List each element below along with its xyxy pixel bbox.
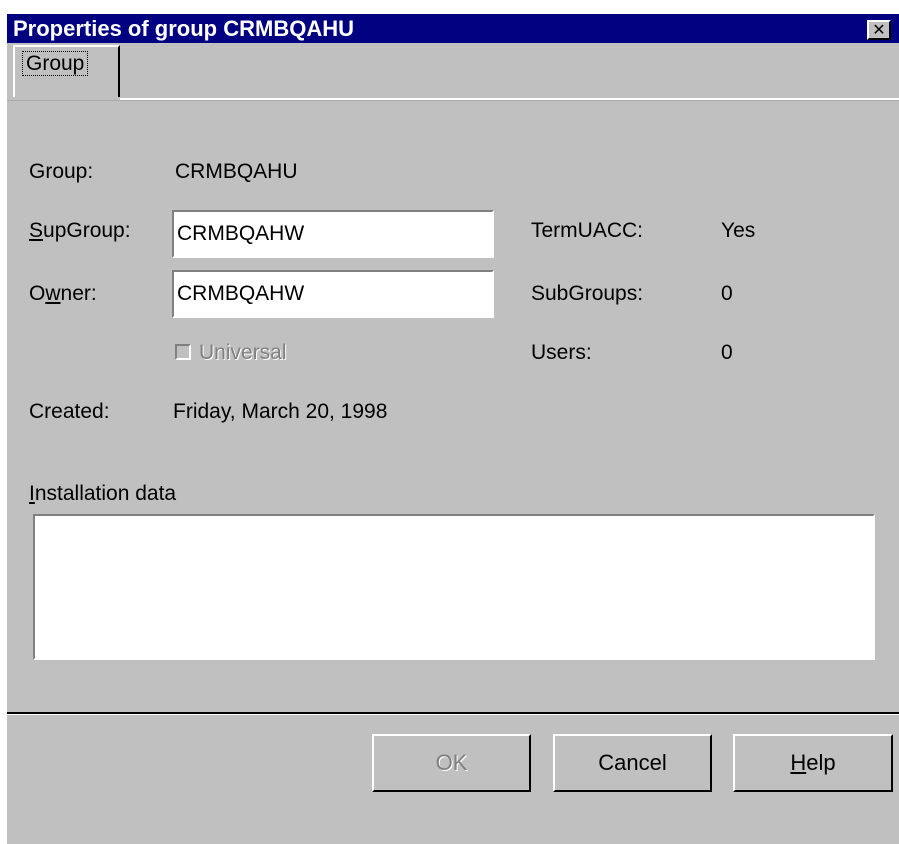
ok-button-label: OK <box>435 750 468 775</box>
group-value: CRMBQAHU <box>175 160 298 183</box>
termuacc-label: TermUACC: <box>531 219 644 242</box>
supgroup-label-rest: upGroup: <box>43 219 131 242</box>
help-mnemonic: H <box>790 750 807 775</box>
tab-group[interactable]: Group <box>13 45 120 97</box>
termuacc-value: Yes <box>721 219 756 242</box>
owner-input[interactable] <box>172 270 494 318</box>
help-button[interactable]: Help <box>733 734 893 792</box>
supgroup-input[interactable] <box>172 210 494 258</box>
help-button-label-rest: elp <box>806 750 836 775</box>
close-icon: ✕ <box>872 20 886 39</box>
title-bar: Properties of group CRMBQAHU ✕ <box>7 14 899 43</box>
users-value: 0 <box>721 341 733 364</box>
tab-group-label: Group <box>22 51 89 76</box>
installation-data-textarea[interactable] <box>33 514 875 660</box>
universal-checkbox[interactable] <box>175 344 191 360</box>
universal-label: Universal <box>199 341 287 364</box>
installation-data-label: Installation data <box>29 482 176 506</box>
owner-label-rest: ner: <box>60 282 97 305</box>
cancel-button-label: Cancel <box>598 750 667 775</box>
created-label: Created: <box>29 400 110 423</box>
tab-divider-shadow <box>7 100 899 101</box>
owner-label: Owner: <box>29 282 97 306</box>
users-label: Users: <box>531 341 592 364</box>
button-separator-highlight <box>7 714 899 715</box>
owner-label-first: O <box>29 282 46 305</box>
cancel-button[interactable]: Cancel <box>553 734 712 792</box>
supgroup-label: SupGroup: <box>29 219 131 243</box>
created-value: Friday, March 20, 1998 <box>173 400 388 423</box>
group-label: Group: <box>29 160 94 183</box>
window-title: Properties of group CRMBQAHU <box>13 16 354 41</box>
subgroups-value: 0 <box>721 282 733 305</box>
owner-mnemonic: w <box>45 282 61 305</box>
subgroups-label: SubGroups: <box>531 282 644 305</box>
installation-label-rest: nstallation data <box>34 482 177 505</box>
supgroup-mnemonic: S <box>29 219 44 242</box>
properties-dialog: Properties of group CRMBQAHU ✕ Group Gro… <box>7 14 899 844</box>
ok-button[interactable]: OK <box>372 734 531 792</box>
close-button[interactable]: ✕ <box>867 20 891 40</box>
